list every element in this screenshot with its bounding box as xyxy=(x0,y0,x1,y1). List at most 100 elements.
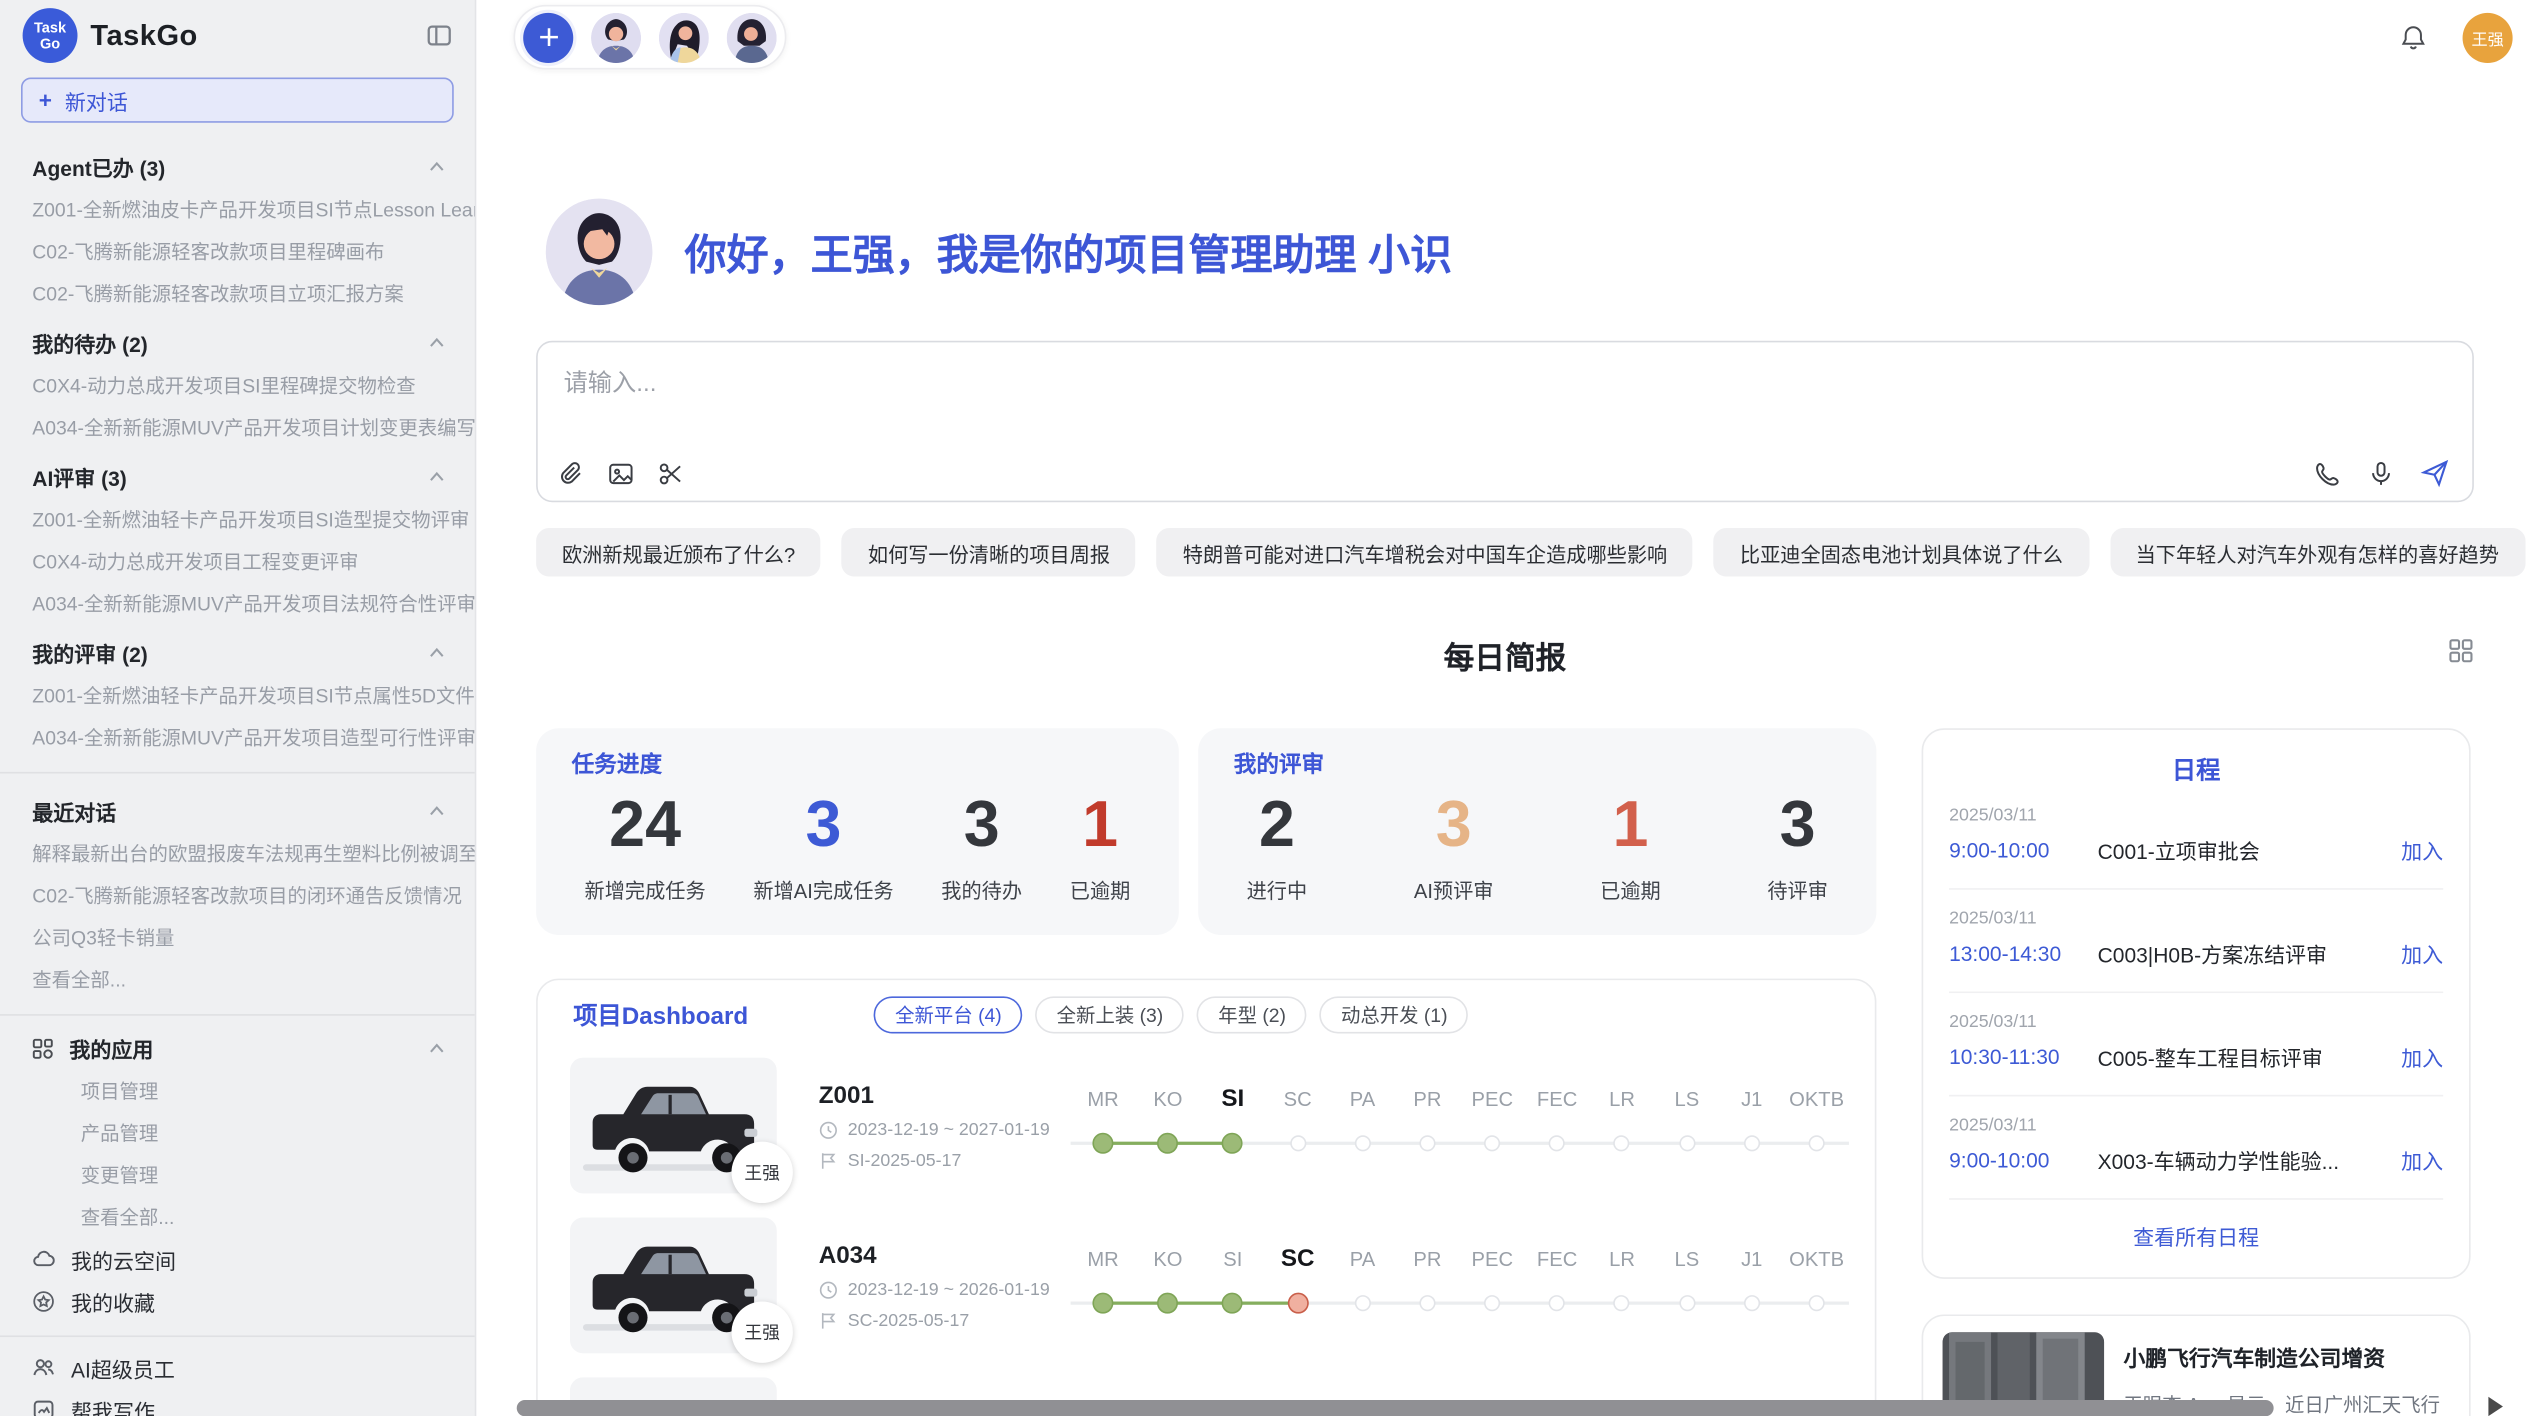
suggestion-chip-2[interactable]: 特朗普可能对进口汽车增税会对中国车企造成哪些影响 xyxy=(1157,528,1693,576)
sidebar-section-title-1[interactable]: 我的待办 (2) xyxy=(0,315,475,365)
dashboard-tab-2[interactable]: 年型 (2) xyxy=(1197,996,1307,1033)
phone-icon[interactable] xyxy=(2314,459,2341,486)
sidebar-item[interactable]: C02-飞腾新能源轻客改款项目立项汇报方案 xyxy=(0,273,475,315)
sidebar-section-title-0[interactable]: Agent已办 (3) xyxy=(0,139,475,189)
sidebar-item[interactable]: A034-全新新能源MUV产品开发项目造型可行性评审 xyxy=(0,717,475,759)
member-avatar-3[interactable] xyxy=(727,12,777,62)
event-time: 9:00-10:00 xyxy=(1949,838,2098,862)
milestone-nodes: MRKOSISCPAPRPECFECLRLSJ1OKTB xyxy=(1071,1235,1849,1335)
milestone-label: SI xyxy=(1223,1245,1242,1274)
member-avatar-1[interactable] xyxy=(591,12,641,62)
sidebar-item-write[interactable]: 帮我写作 xyxy=(0,1389,475,1416)
user-avatar[interactable]: 王强 xyxy=(2463,12,2513,62)
scissors-icon[interactable] xyxy=(657,460,684,487)
sidebar-item-star[interactable]: 我的收藏 xyxy=(0,1281,475,1323)
suggestion-chip-4[interactable]: 当下年轻人对汽车外观有怎样的喜好趋势 xyxy=(2110,528,2525,576)
chevron-up-icon[interactable] xyxy=(428,1039,446,1057)
dashboard-tab-0[interactable]: 全新平台 (4) xyxy=(874,996,1023,1033)
add-member-button[interactable] xyxy=(523,12,573,62)
notification-bell-icon[interactable] xyxy=(2400,23,2427,50)
microphone-icon[interactable] xyxy=(2367,459,2394,486)
recent-conversation-item[interactable]: 公司Q3轻卡销量 xyxy=(0,917,475,959)
my-apps-child-item[interactable]: 变更管理 xyxy=(0,1155,475,1197)
stat-card-title: 任务进度 xyxy=(572,748,1144,780)
milestone-chain: MRKOSISCPAPRPECFECLRLSJ1OKTB xyxy=(1071,1235,1849,1335)
my-apps-child-item[interactable]: 查看全部... xyxy=(0,1197,475,1239)
sidebar-item-users[interactable]: AI超级员工 xyxy=(0,1347,475,1389)
greeting-row: 你好，王强，我是你的项目管理助理 小识 xyxy=(536,199,2474,306)
suggestion-chip-1[interactable]: 如何写一份清晰的项目周报 xyxy=(842,528,1136,576)
sidebar-item-cloud[interactable]: 我的云空间 xyxy=(0,1239,475,1281)
dashboard-tab-3[interactable]: 动总开发 (1) xyxy=(1320,996,1469,1033)
my-apps-child-item[interactable]: 产品管理 xyxy=(0,1113,475,1155)
briefing-header: 每日简报 xyxy=(536,635,2474,679)
milestone-SC: SC xyxy=(1265,1235,1330,1335)
new-chat-button[interactable]: + 新对话 xyxy=(21,78,454,123)
milestone-label: SC xyxy=(1284,1085,1312,1114)
view-all-schedule-link[interactable]: 查看所有日程 xyxy=(1949,1200,2443,1261)
sidebar-item[interactable]: Z001-全新燃油轻卡产品开发项目SI造型提交物评审 xyxy=(0,499,475,541)
sidebar-item[interactable]: C0X4-动力总成开发项目SI里程碑提交物检查 xyxy=(0,365,475,407)
recent-conversation-item[interactable]: C02-飞腾新能源轻客改款项目的闭环通告反馈情况 xyxy=(0,875,475,917)
scroll-right-arrow[interactable] xyxy=(2488,1397,2503,1416)
event-time: 9:00-10:00 xyxy=(1949,1148,2098,1172)
join-link[interactable]: 加入 xyxy=(2401,938,2443,969)
chevron-up-icon[interactable] xyxy=(428,334,446,352)
app: Task Go TaskGo + 新对话 Agent已办 (3)Z001-全新燃… xyxy=(0,0,2532,1416)
join-link[interactable]: 加入 xyxy=(2401,1145,2443,1176)
my-apps-children: 项目管理产品管理变更管理查看全部... xyxy=(0,1071,475,1239)
milestone-nodes: MRKOSISCPAPRPECFECLRLSJ1OKTB xyxy=(1071,1075,1849,1175)
image-upload-icon[interactable] xyxy=(607,460,634,487)
recent-title[interactable]: 最近对话 xyxy=(0,783,475,833)
chat-input[interactable] xyxy=(538,342,2473,436)
milestone-dot xyxy=(1484,1295,1500,1311)
layout-grid-icon[interactable] xyxy=(2448,638,2474,664)
stat-grid: 24新增完成任务3新增AI完成任务3我的待办1已逾期 xyxy=(572,783,1144,904)
suggestion-chips: 欧洲新规最近颁布了什么? 如何写一份清晰的项目周报特朗普可能对进口汽车增税会对中国… xyxy=(536,528,2474,576)
recent-conversation-item[interactable]: 解释最新出台的欧盟报废车法规再生塑料比例被调至15%... xyxy=(0,833,475,875)
member-avatar-2[interactable] xyxy=(659,12,709,62)
dashboard-tab-1[interactable]: 全新上装 (3) xyxy=(1036,996,1185,1033)
milestone-label: FEC xyxy=(1537,1085,1577,1114)
project-flag-row: SI-2025-05-17 xyxy=(819,1151,1061,1170)
sidebar-section-title-2[interactable]: AI评审 (3) xyxy=(0,449,475,499)
chevron-up-icon[interactable] xyxy=(428,468,446,486)
sidebar-item[interactable]: C02-飞腾新能源轻客改款项目里程碑画布 xyxy=(0,231,475,273)
stat-label: AI预评审 xyxy=(1414,874,1494,905)
sidebar-item[interactable]: A034-全新新能源MUV产品开发项目法规符合性评审 xyxy=(0,583,475,625)
my-apps-child-item[interactable]: 项目管理 xyxy=(0,1071,475,1113)
horizontal-scrollbar[interactable] xyxy=(517,1400,2274,1416)
logo-text-top: Task xyxy=(34,19,66,35)
milestone-MR: MR xyxy=(1071,1235,1136,1335)
project-row-A034[interactable]: 王强A0342023-12-19 ~ 2026-01-19SC-2025-05-… xyxy=(564,1218,1849,1354)
sidebar-item[interactable]: Z001-全新燃油轻卡产品开发项目SI节点属性5D文件评审 xyxy=(0,675,475,717)
chevron-up-icon[interactable] xyxy=(428,158,446,176)
milestone-PA: PA xyxy=(1330,1075,1395,1175)
suggestion-chip-0[interactable]: 欧洲新规最近颁布了什么? xyxy=(536,528,821,576)
milestone-dot xyxy=(1157,1133,1178,1154)
join-link[interactable]: 加入 xyxy=(2401,835,2443,866)
stat-value: 24 xyxy=(585,783,706,867)
sidebar-item[interactable]: C0X4-动力总成开发项目工程变更评审 xyxy=(0,541,475,583)
project-image: 王强 xyxy=(570,1058,777,1194)
sidebar-item[interactable]: Z001-全新燃油皮卡产品开发项目SI节点Lesson Learn报告 xyxy=(0,189,475,231)
chevron-up-icon[interactable] xyxy=(428,644,446,662)
milestone-PR: PR xyxy=(1395,1235,1460,1335)
section-title-text: Agent已办 (3) xyxy=(32,152,165,183)
send-icon[interactable] xyxy=(2421,459,2450,488)
stat-card-0: 任务进度24新增完成任务3新增AI完成任务3我的待办1已逾期 xyxy=(536,728,1179,935)
attachment-icon[interactable] xyxy=(557,460,584,487)
event-date: 2025/03/11 xyxy=(1949,1116,2443,1135)
sidebar-item[interactable]: A034-全新新能源MUV产品开发项目计划变更表编写 xyxy=(0,407,475,449)
chevron-up-icon[interactable] xyxy=(428,803,446,821)
project-row-Z001[interactable]: 王强Z0012023-12-19 ~ 2027-01-19SI-2025-05-… xyxy=(564,1058,1849,1194)
sidebar-section-title-3[interactable]: 我的评审 (2) xyxy=(0,625,475,675)
milestone-dot xyxy=(1809,1295,1825,1311)
left-column: 任务进度24新增完成任务3新增AI完成任务3我的待办1已逾期我的评审2进行中3A… xyxy=(536,728,1876,1416)
sidebar-collapse-icon[interactable] xyxy=(426,23,452,49)
recent-conversation-item[interactable]: 查看全部... xyxy=(0,959,475,1001)
join-link[interactable]: 加入 xyxy=(2401,1042,2443,1073)
suggestion-chip-3[interactable]: 比亚迪全固态电池计划具体说了什么 xyxy=(1714,528,2089,576)
stat-value: 2 xyxy=(1247,783,1308,867)
sidebar-item-my-apps[interactable]: 我的应用 xyxy=(0,1025,475,1070)
